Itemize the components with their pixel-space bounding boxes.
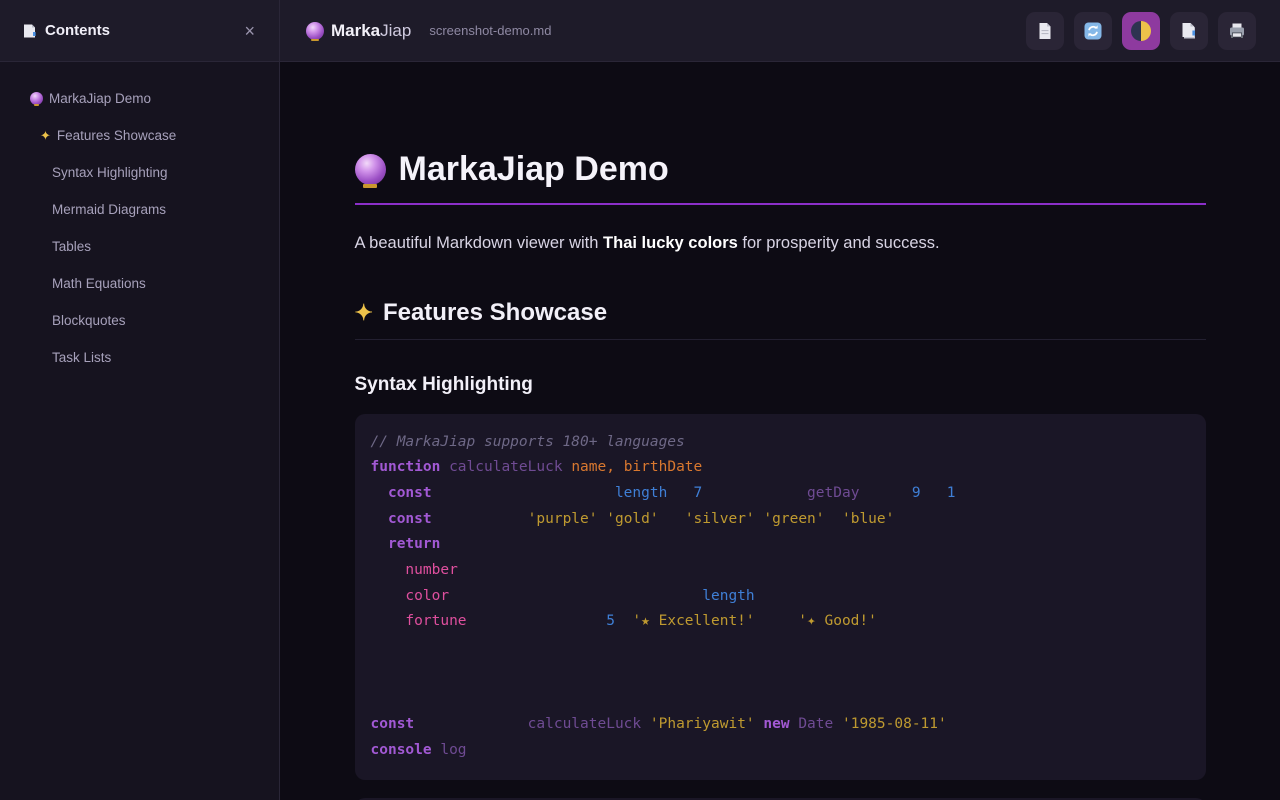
sparkles-icon bbox=[40, 128, 51, 144]
crystal-ball-icon bbox=[30, 92, 43, 105]
sidebar-title: Contents bbox=[45, 22, 240, 39]
toc-item-blockquotes[interactable]: Blockquotes bbox=[0, 302, 279, 339]
sparkles-icon bbox=[355, 300, 373, 326]
app-logo: MarkaJiap bbox=[306, 21, 411, 41]
toc-item-label: Features Showcase bbox=[57, 128, 176, 143]
toc-item-task-lists[interactable]: Task Lists bbox=[0, 339, 279, 376]
sidebar-header: Contents × bbox=[0, 0, 280, 62]
toolbar bbox=[1026, 12, 1256, 50]
brand-name-light: Jiap bbox=[380, 21, 411, 40]
toc-item-label: Mermaid Diagrams bbox=[52, 202, 166, 217]
table-of-contents: MarkaJiap Demo Features Showcase Syntax … bbox=[0, 62, 280, 800]
section-heading-text: Features Showcase bbox=[383, 299, 607, 327]
crystal-ball-icon bbox=[355, 154, 386, 185]
toc-item-label: MarkaJiap Demo bbox=[49, 91, 151, 106]
printer-icon bbox=[1227, 21, 1247, 41]
toc-item-tables[interactable]: Tables bbox=[0, 228, 279, 265]
toc-item-label: Blockquotes bbox=[52, 313, 126, 328]
document-view-button[interactable] bbox=[1026, 12, 1064, 50]
print-button[interactable] bbox=[1218, 12, 1256, 50]
open-filename: screenshot-demo.md bbox=[429, 23, 1026, 38]
intro-paragraph: A beautiful Markdown viewer with Thai lu… bbox=[355, 231, 1206, 257]
intro-text: for prosperity and success. bbox=[738, 234, 940, 252]
code-block-javascript: // MarkaJiap supports 180+ languages fun… bbox=[355, 414, 1206, 780]
document-viewport: MarkaJiap Demo A beautiful Markdown view… bbox=[280, 62, 1280, 800]
page-icon bbox=[1035, 21, 1055, 41]
app-window: Contents × MarkaJiap screenshot-demo.md bbox=[0, 0, 1280, 800]
toc-item-label: Math Equations bbox=[52, 276, 146, 291]
toc-item-mermaid-diagrams[interactable]: Mermaid Diagrams bbox=[0, 191, 279, 228]
toc-item-label: Task Lists bbox=[52, 350, 111, 365]
crystal-ball-icon bbox=[306, 22, 324, 40]
toc-item-syntax-highlighting[interactable]: Syntax Highlighting bbox=[0, 154, 279, 191]
toc-item-features-showcase[interactable]: Features Showcase bbox=[0, 117, 279, 154]
theme-toggle-button[interactable] bbox=[1122, 12, 1160, 50]
toc-item-label: Tables bbox=[52, 239, 91, 254]
toc-item-markajiap-demo[interactable]: MarkaJiap Demo bbox=[0, 80, 279, 117]
bookmark-tabs-icon bbox=[1179, 21, 1199, 41]
copy-pages-button[interactable] bbox=[1170, 12, 1208, 50]
refresh-icon bbox=[1083, 21, 1103, 41]
page-title-text: MarkaJiap Demo bbox=[399, 150, 669, 189]
toc-item-math-equations[interactable]: Math Equations bbox=[0, 265, 279, 302]
intro-bold-text: Thai lucky colors bbox=[603, 234, 738, 252]
rendered-markdown: MarkaJiap Demo A beautiful Markdown view… bbox=[355, 62, 1206, 800]
intro-text: A beautiful Markdown viewer with bbox=[355, 234, 604, 252]
sidebar-close-button[interactable]: × bbox=[240, 20, 259, 42]
subsection-heading-syntax: Syntax Highlighting bbox=[355, 374, 1206, 396]
brand-name-bold: Marka bbox=[331, 21, 380, 40]
section-heading-features: Features Showcase bbox=[355, 299, 1206, 340]
half-moon-icon bbox=[1131, 21, 1151, 41]
bookmark-tabs-icon bbox=[22, 23, 38, 39]
refresh-button[interactable] bbox=[1074, 12, 1112, 50]
app-header: MarkaJiap screenshot-demo.md bbox=[280, 0, 1280, 62]
toc-item-label: Syntax Highlighting bbox=[52, 165, 168, 180]
page-title: MarkaJiap Demo bbox=[355, 150, 1206, 205]
